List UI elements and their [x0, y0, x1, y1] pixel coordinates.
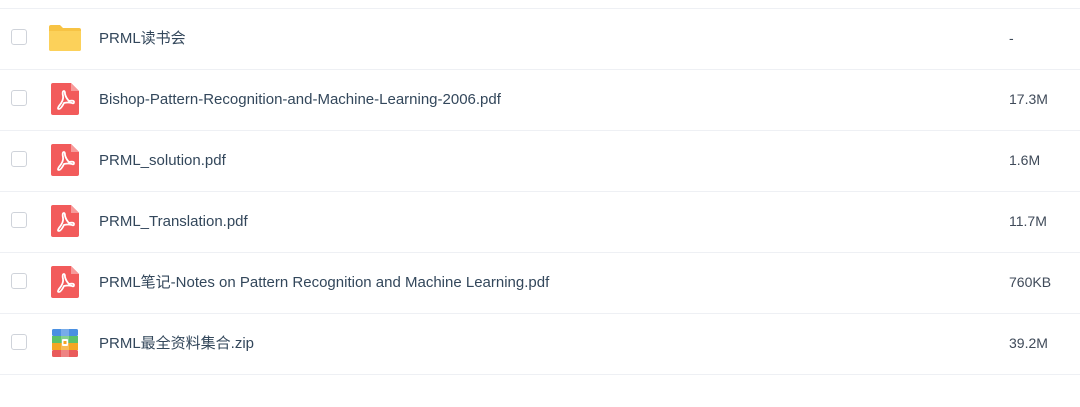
file-size: 17.3M — [1009, 91, 1048, 107]
file-name[interactable]: PRML最全资料集合.zip — [99, 314, 254, 373]
file-row-prml-reading-club[interactable]: PRML读书会 - — [0, 9, 1080, 70]
row-checkbox[interactable] — [11, 212, 27, 228]
row-checkbox[interactable] — [11, 334, 27, 350]
pdf-icon — [48, 143, 82, 177]
file-row-prml-zip[interactable]: PRML最全资料集合.zip 39.2M — [0, 314, 1080, 375]
file-size: 11.7M — [1009, 213, 1047, 229]
file-size: - — [1009, 30, 1014, 46]
folder-icon — [48, 21, 82, 55]
file-size: 39.2M — [1009, 335, 1048, 351]
file-row-prml-translation[interactable]: PRML_Translation.pdf 11.7M — [0, 192, 1080, 253]
row-checkbox[interactable] — [11, 273, 27, 289]
file-name[interactable]: PRML_Translation.pdf — [99, 192, 248, 251]
row-checkbox[interactable] — [11, 151, 27, 167]
row-checkbox[interactable] — [11, 90, 27, 106]
file-name[interactable]: PRML_solution.pdf — [99, 131, 226, 190]
file-row-prml-solution[interactable]: PRML_solution.pdf 1.6M — [0, 131, 1080, 192]
file-size: 1.6M — [1009, 152, 1041, 168]
file-name[interactable]: PRML读书会 — [99, 9, 186, 68]
file-row-prml-notes[interactable]: PRML笔记-Notes on Pattern Recognition and … — [0, 253, 1080, 314]
pdf-icon — [48, 204, 82, 238]
pdf-icon — [48, 265, 82, 299]
file-name[interactable]: Bishop-Pattern-Recognition-and-Machine-L… — [99, 70, 501, 129]
file-size: 760KB — [1009, 274, 1052, 290]
pdf-icon — [48, 82, 82, 116]
file-name[interactable]: PRML笔记-Notes on Pattern Recognition and … — [99, 253, 549, 312]
row-checkbox[interactable] — [11, 29, 27, 45]
file-list: PRML读书会 - Bishop-Pattern-Recognition-and… — [0, 0, 1080, 407]
file-row-bishop-pdf[interactable]: Bishop-Pattern-Recognition-and-Machine-L… — [0, 70, 1080, 131]
zip-icon — [48, 326, 82, 360]
